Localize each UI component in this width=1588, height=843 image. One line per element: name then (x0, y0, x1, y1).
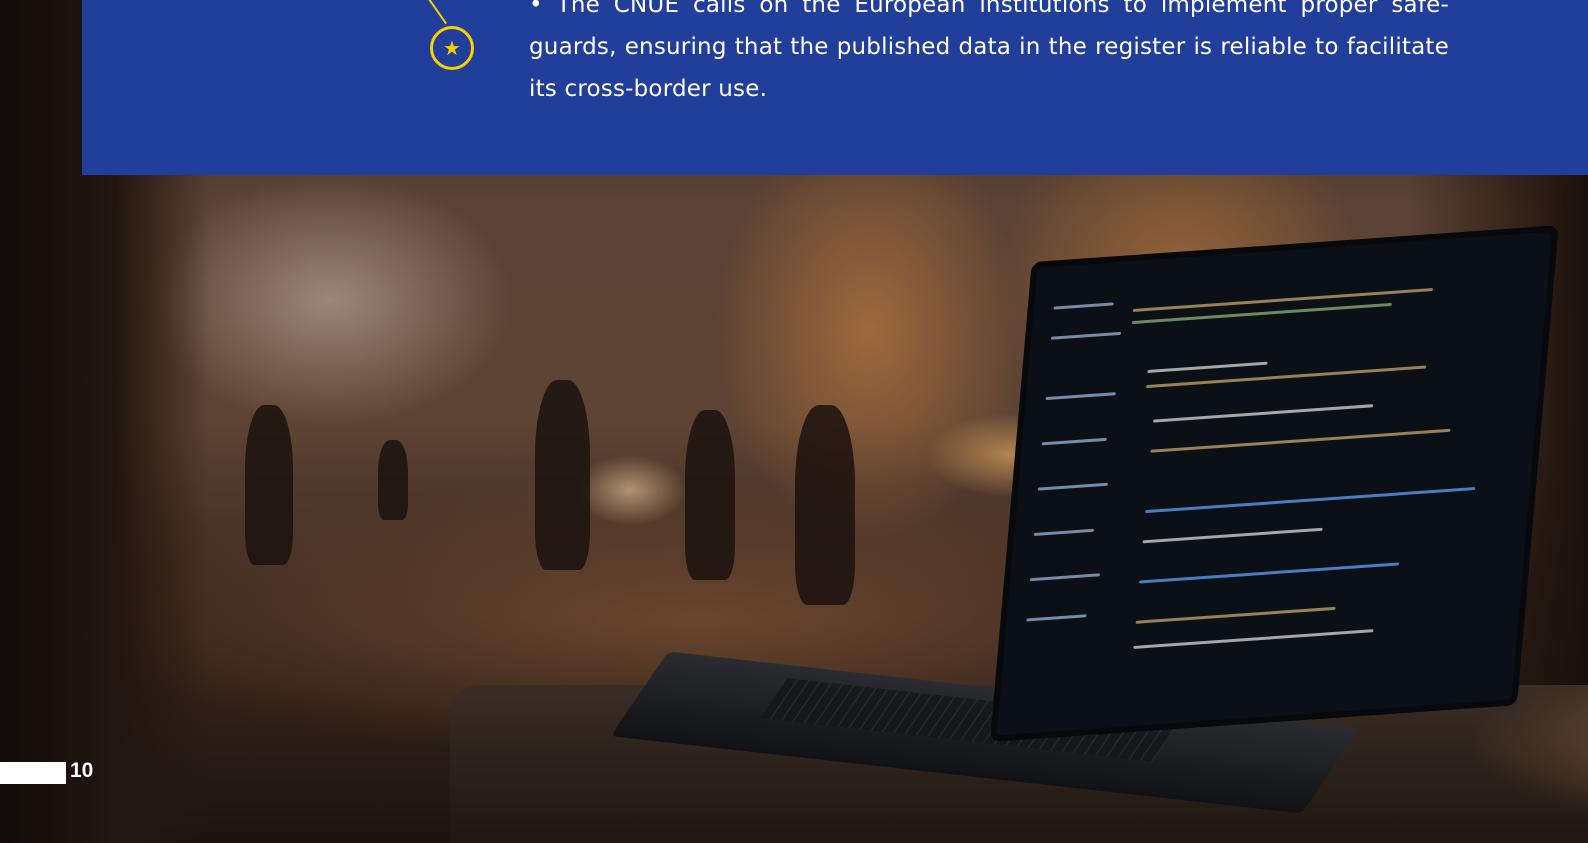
code-line (1029, 573, 1101, 582)
page-number-bar (0, 762, 66, 784)
code-line (1033, 528, 1095, 536)
code-line (1045, 392, 1116, 401)
callout-connector-line (427, 0, 447, 25)
code-line (1135, 606, 1336, 624)
code-line (1150, 428, 1451, 453)
pedestrian-silhouette (245, 405, 293, 565)
code-line (1145, 487, 1476, 514)
code-line (1147, 361, 1268, 373)
pedestrian-silhouette (685, 410, 735, 580)
callout-text: • The CNUE calls on the European institu… (529, 0, 1449, 102)
code-line (1053, 302, 1114, 310)
code-line (1050, 331, 1122, 340)
pedestrian-silhouette (795, 405, 855, 605)
code-line (1026, 614, 1087, 622)
page-number: 10 (70, 759, 94, 782)
star-icon: ★ (430, 26, 474, 70)
code-line (1041, 437, 1107, 446)
pedestrian-silhouette (535, 380, 590, 570)
code-line (1132, 288, 1434, 313)
code-line (1138, 562, 1400, 584)
callout-panel: ★ • The CNUE calls on the European insti… (82, 0, 1588, 175)
code-line (1133, 629, 1374, 649)
pedestrian-silhouette (378, 440, 408, 520)
document-page: ★ • The CNUE calls on the European insti… (0, 0, 1588, 843)
code-line (1037, 482, 1108, 491)
laptop-screen (990, 225, 1559, 743)
code-line (1142, 527, 1323, 544)
code-line (1152, 404, 1374, 423)
